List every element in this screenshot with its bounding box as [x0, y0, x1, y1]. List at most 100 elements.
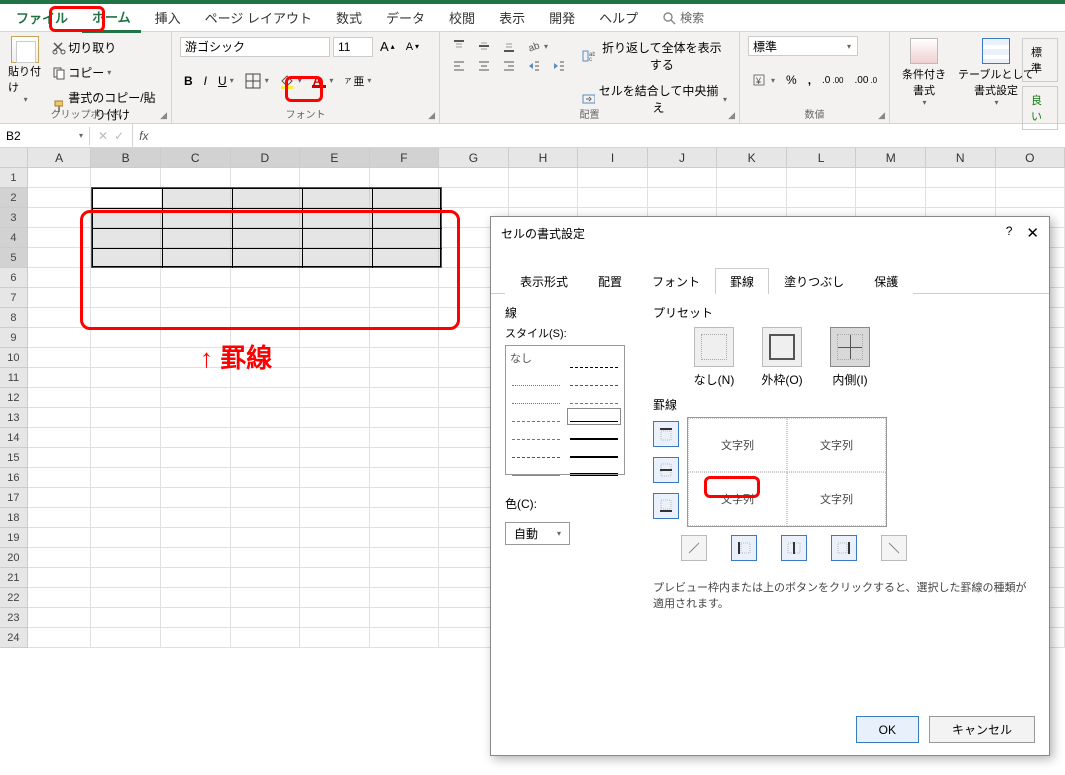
cell[interactable] — [300, 228, 370, 248]
cell[interactable] — [91, 528, 161, 548]
preset-inside-button[interactable]: 内側(I) — [825, 327, 875, 388]
line-style-13[interactable] — [570, 465, 618, 476]
clipboard-dialog-launcher[interactable]: ◢ — [160, 110, 167, 121]
cell[interactable] — [231, 548, 301, 568]
cell[interactable] — [91, 408, 161, 428]
tab-data[interactable]: データ — [376, 4, 435, 31]
row-header-4[interactable]: 4 — [0, 228, 28, 248]
col-header-E[interactable]: E — [300, 148, 370, 168]
dlg-tab-protection[interactable]: 保護 — [859, 268, 913, 294]
italic-button[interactable]: I — [200, 71, 211, 91]
cell[interactable] — [28, 608, 92, 628]
align-middle-button[interactable] — [473, 36, 495, 56]
cell[interactable] — [370, 388, 440, 408]
dialog-help-icon[interactable]: ? — [1006, 224, 1013, 242]
wrap-text-button[interactable]: abc折り返して全体を表示する — [578, 36, 731, 76]
cell[interactable] — [300, 568, 370, 588]
cell[interactable] — [370, 188, 440, 208]
row-header-20[interactable]: 20 — [0, 548, 28, 568]
accounting-format-button[interactable]: ¥▾ — [748, 70, 779, 90]
cell[interactable] — [28, 268, 92, 288]
cell[interactable] — [370, 228, 440, 248]
preset-outline-button[interactable]: 外枠(O) — [757, 327, 807, 388]
align-bottom-button[interactable] — [498, 36, 520, 56]
tab-home[interactable]: ホーム — [82, 3, 141, 33]
cancel-formula-icon[interactable]: ✕ — [98, 129, 108, 143]
cell[interactable] — [300, 408, 370, 428]
cell[interactable] — [28, 328, 92, 348]
row-header-15[interactable]: 15 — [0, 448, 28, 468]
cell[interactable] — [648, 168, 718, 188]
row-header-7[interactable]: 7 — [0, 288, 28, 308]
border-diag-down-button[interactable] — [881, 535, 907, 561]
col-header-A[interactable]: A — [28, 148, 92, 168]
col-header-M[interactable]: M — [856, 148, 926, 168]
cell[interactable] — [370, 368, 440, 388]
cell[interactable] — [231, 268, 301, 288]
line-style-2[interactable] — [512, 393, 560, 404]
cell[interactable] — [370, 488, 440, 508]
line-style-9[interactable] — [570, 393, 618, 404]
cell[interactable] — [161, 208, 231, 228]
font-name-select[interactable] — [180, 37, 330, 57]
cell[interactable] — [787, 168, 857, 188]
tab-formulas[interactable]: 数式 — [326, 4, 372, 31]
increase-decimal-button[interactable]: .0.00 — [818, 72, 847, 89]
cell[interactable] — [161, 308, 231, 328]
row-header-23[interactable]: 23 — [0, 608, 28, 628]
cell[interactable] — [231, 248, 301, 268]
align-right-button[interactable] — [498, 56, 520, 76]
cell[interactable] — [28, 488, 92, 508]
cell[interactable] — [161, 488, 231, 508]
cell[interactable] — [300, 428, 370, 448]
decrease-font-button[interactable]: A▾ — [402, 38, 423, 56]
cell[interactable] — [370, 268, 440, 288]
col-header-B[interactable]: B — [91, 148, 161, 168]
cell[interactable] — [370, 568, 440, 588]
border-diag-up-button[interactable] — [681, 535, 707, 561]
cell[interactable] — [370, 508, 440, 528]
cell[interactable] — [28, 188, 92, 208]
tab-view[interactable]: 表示 — [489, 4, 535, 31]
cell[interactable] — [161, 568, 231, 588]
cell[interactable] — [231, 508, 301, 528]
cell[interactable] — [28, 508, 92, 528]
cell[interactable] — [91, 188, 161, 208]
bold-button[interactable]: B — [180, 71, 197, 91]
line-style-list[interactable]: なし — [505, 345, 625, 475]
col-header-I[interactable]: I — [578, 148, 648, 168]
border-preview[interactable]: 文字列 文字列 文字列 文字列 — [687, 417, 887, 527]
name-box[interactable]: B2▾ — [0, 127, 90, 145]
cell[interactable] — [91, 268, 161, 288]
decrease-indent-button[interactable] — [523, 56, 545, 76]
cell[interactable] — [509, 188, 579, 208]
cell[interactable] — [370, 468, 440, 488]
cell[interactable] — [439, 168, 509, 188]
row-header-17[interactable]: 17 — [0, 488, 28, 508]
cell[interactable] — [231, 428, 301, 448]
cell[interactable] — [370, 428, 440, 448]
cell[interactable] — [370, 248, 440, 268]
line-style-12[interactable] — [570, 447, 618, 458]
cell[interactable] — [91, 168, 161, 188]
cell[interactable] — [300, 448, 370, 468]
cell[interactable] — [231, 468, 301, 488]
cell[interactable] — [28, 628, 92, 648]
percent-button[interactable]: % — [782, 70, 801, 90]
cell[interactable] — [91, 368, 161, 388]
cell[interactable] — [91, 428, 161, 448]
cell[interactable] — [28, 248, 92, 268]
cell[interactable] — [231, 228, 301, 248]
cell[interactable] — [91, 288, 161, 308]
cell[interactable] — [231, 408, 301, 428]
fill-color-button[interactable]: ▾ — [275, 70, 306, 92]
cell[interactable] — [28, 448, 92, 468]
cell[interactable] — [370, 168, 440, 188]
cell[interactable] — [996, 188, 1065, 208]
cell[interactable] — [231, 568, 301, 588]
cell[interactable] — [91, 468, 161, 488]
cell[interactable] — [578, 188, 648, 208]
col-header-J[interactable]: J — [648, 148, 718, 168]
increase-indent-button[interactable] — [548, 56, 570, 76]
col-header-K[interactable]: K — [717, 148, 787, 168]
